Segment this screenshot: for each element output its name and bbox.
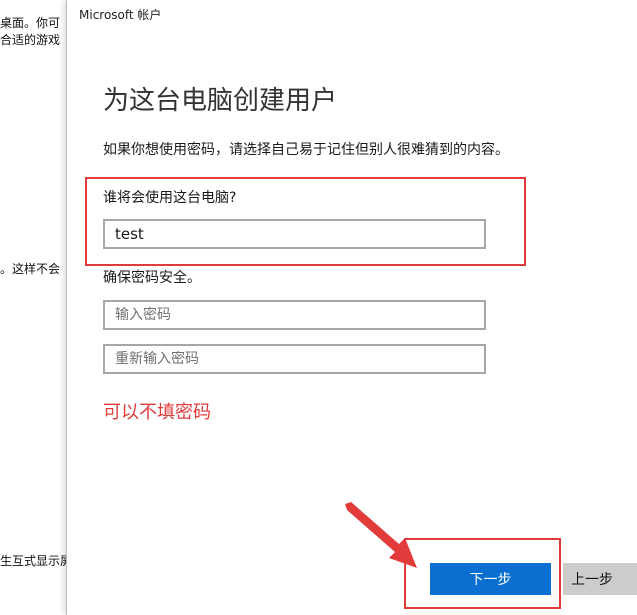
background-text-line: 。这样不会 <box>0 262 61 276</box>
page-title: 为这台电脑创建用户 <box>103 86 338 116</box>
annotation-note: 可以不填密码 <box>103 402 211 423</box>
next-button[interactable]: 下一步 <box>430 563 551 595</box>
background-text-line: 合适的游戏 <box>0 33 61 47</box>
screen: 桌面。你可 合适的游戏 。这样不会 生互式显示屏 Microsoft 帐户 为这… <box>0 0 637 615</box>
password-input[interactable] <box>103 300 486 330</box>
confirm-password-input[interactable] <box>103 344 486 374</box>
password-label: 确保密码安全。 <box>103 270 201 286</box>
annotation-arrow-icon <box>345 502 417 568</box>
create-user-dialog: Microsoft 帐户 为这台电脑创建用户 如果你想使用密码，请选择自己易于记… <box>66 0 637 615</box>
dialog-title: Microsoft 帐户 <box>79 8 162 22</box>
user-label: 谁将会使用这台电脑? <box>103 190 237 206</box>
background-text-line: 生互式显示屏 <box>0 554 70 568</box>
password-description: 如果你想使用密码，请选择自己易于记住但别人很难猜到的内容。 <box>103 142 509 158</box>
back-button[interactable]: 上一步 <box>563 563 637 595</box>
background-text-line: 桌面。你可 <box>0 16 61 30</box>
background-window: 桌面。你可 合适的游戏 。这样不会 生互式显示屏 <box>0 0 70 615</box>
username-input[interactable] <box>103 219 486 249</box>
